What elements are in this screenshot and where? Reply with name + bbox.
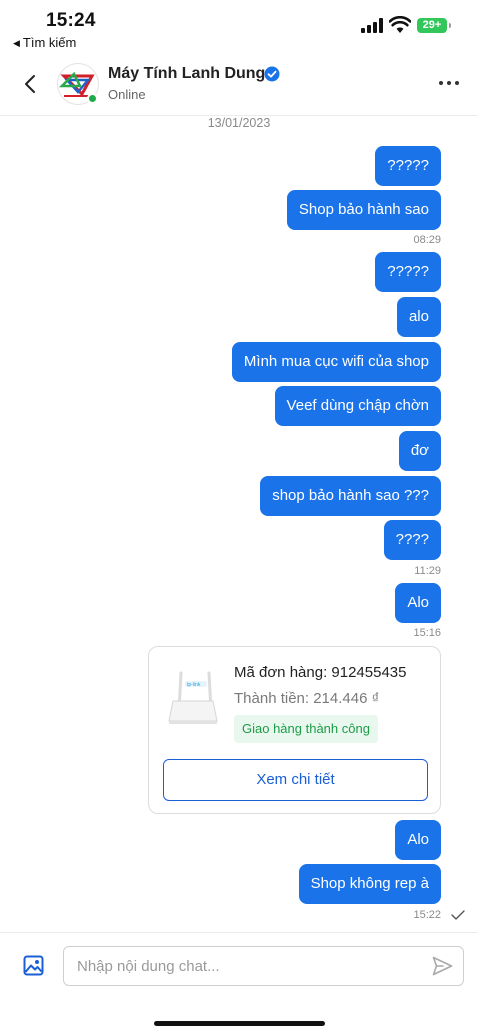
message-bubble[interactable]: Veef dùng chập chờn (274, 386, 441, 426)
chat-input-bar (0, 932, 478, 1034)
online-indicator (87, 93, 98, 104)
order-id: Mã đơn hàng: 912455435 (234, 664, 407, 681)
back-chevron-icon[interactable] (18, 71, 44, 97)
message-bubble[interactable]: Mình mua cục wifi của shop (231, 342, 441, 382)
message-bubble[interactable]: ???? (383, 520, 441, 560)
date-separator: 13/01/2023 (207, 116, 271, 130)
wifi-icon (389, 16, 411, 33)
back-to-search-label: Tìm kiếm (22, 35, 77, 50)
message-bubble[interactable]: Shop không rep à (298, 864, 441, 904)
shop-name[interactable]: Máy Tính Lanh Dung (108, 65, 265, 83)
chat-message-input[interactable] (63, 946, 464, 986)
send-icon[interactable] (432, 956, 453, 976)
status-bar: 15:24 ◀ Tìm kiếm 29+ (0, 0, 478, 56)
battery-icon: 29+ (417, 18, 451, 33)
back-triangle-icon: ◀ (13, 38, 20, 48)
message-timestamp: 08:29 (413, 234, 441, 246)
order-total: Thành tiền: 214.446 ₫ (234, 690, 380, 707)
seen-check-icon (451, 910, 465, 920)
message-bubble[interactable]: Alo (395, 820, 441, 860)
home-indicator (154, 1021, 325, 1026)
verified-badge-icon (264, 66, 280, 82)
order-status-badge: Giao hàng thành công (234, 715, 378, 743)
message-timestamp: 15:16 (413, 627, 441, 639)
svg-text:tp-link: tp-link (187, 682, 201, 688)
more-dots-icon[interactable] (437, 80, 461, 88)
order-card[interactable]: tp-link Mã đơn hàng: 912455435 Thành tiề… (148, 646, 441, 814)
view-details-button[interactable]: Xem chi tiết (163, 759, 428, 801)
router-product-image: tp-link (168, 671, 218, 724)
message-bubble[interactable]: Shop bảo hành sao (286, 190, 441, 230)
chat-header: Máy Tính Lanh Dung Online (0, 56, 478, 116)
back-to-search-link[interactable]: ◀ Tìm kiếm (13, 35, 76, 50)
message-bubble[interactable]: Alo (395, 583, 441, 623)
message-bubble[interactable]: alo (396, 297, 441, 337)
status-time: 15:24 (46, 10, 96, 31)
message-timestamp: 15:22 (413, 909, 441, 921)
message-bubble[interactable]: ????? (375, 252, 441, 292)
message-bubble[interactable]: ????? (375, 146, 441, 186)
message-bubble[interactable]: shop bảo hành sao ??? (260, 476, 441, 516)
signal-icon (361, 18, 383, 33)
message-timestamp: 11:29 (414, 565, 441, 577)
image-icon[interactable] (23, 955, 44, 976)
shop-online-status: Online (108, 87, 146, 102)
message-bubble[interactable]: đơ (398, 431, 441, 471)
